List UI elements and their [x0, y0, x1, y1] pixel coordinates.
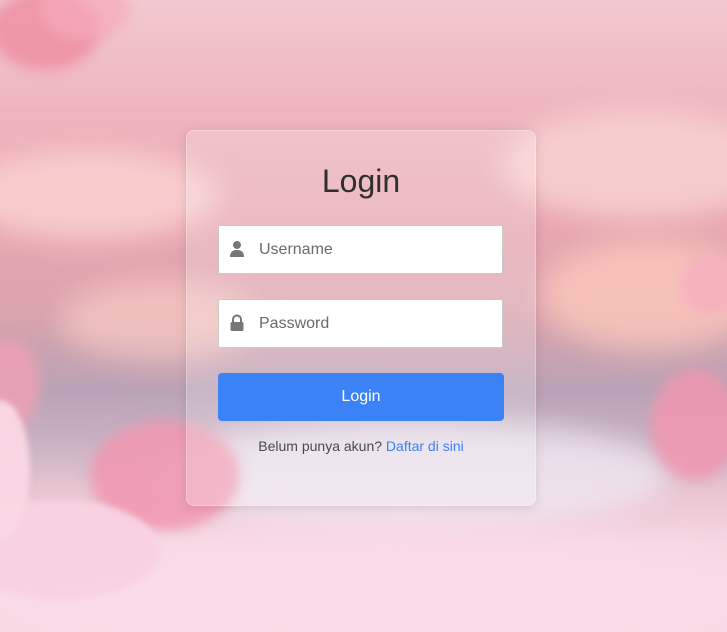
- login-button[interactable]: Login: [218, 373, 504, 421]
- register-prompt: Belum punya akun? Daftar di sini: [187, 438, 535, 454]
- password-field[interactable]: [218, 299, 503, 348]
- user-icon: [230, 241, 244, 257]
- username-input[interactable]: [259, 226, 497, 273]
- lock-icon: [230, 314, 244, 331]
- login-card: Login Login Belum punya akun? Daftar di …: [186, 130, 536, 506]
- username-field[interactable]: [218, 225, 503, 274]
- register-link[interactable]: Daftar di sini: [386, 438, 464, 454]
- password-input[interactable]: [259, 300, 497, 347]
- register-prompt-text: Belum punya akun?: [258, 438, 383, 454]
- page-title: Login: [321, 163, 401, 199]
